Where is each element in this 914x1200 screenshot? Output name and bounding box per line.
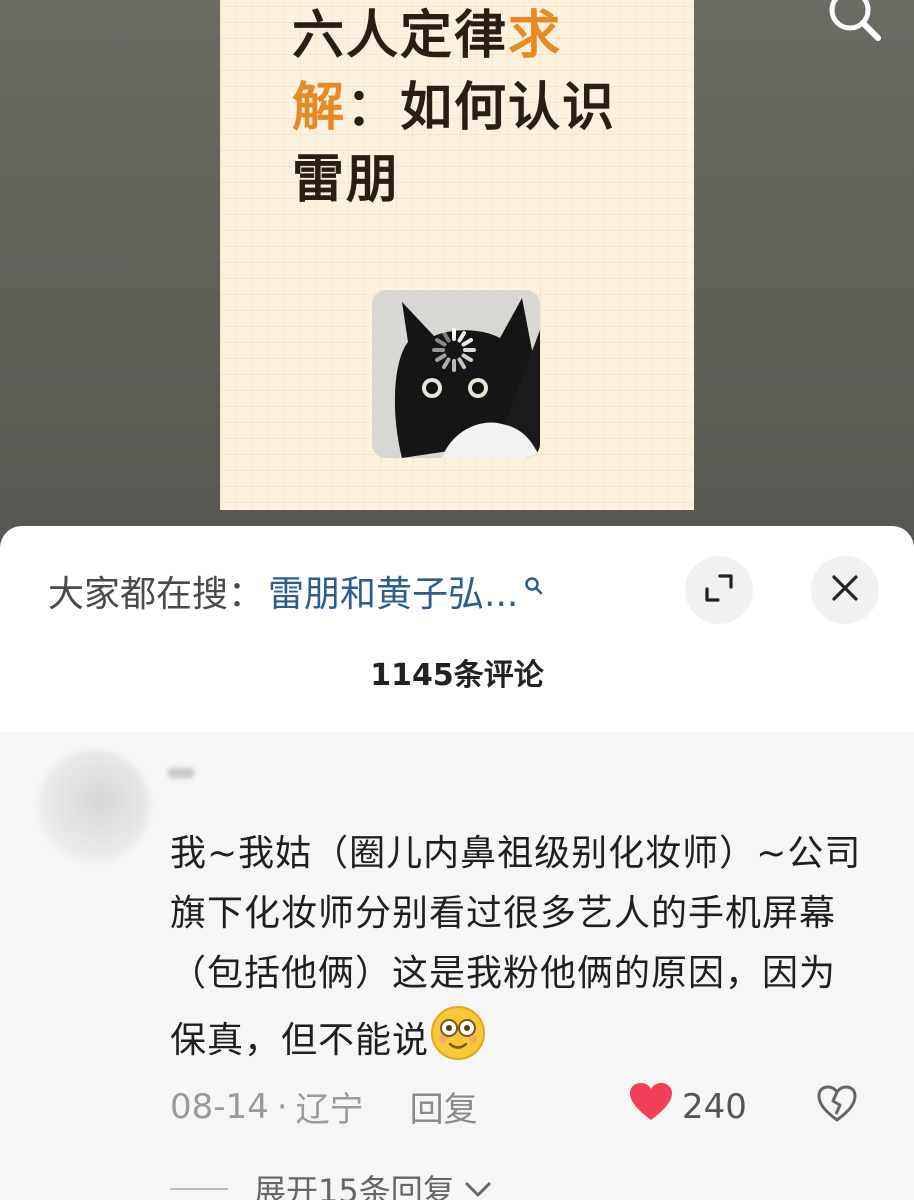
post-title-accent2: 解 (292, 78, 347, 138)
expand-button[interactable] (685, 556, 753, 624)
comment-meta: 08-14 · 辽宁 回复 (170, 1082, 478, 1131)
heart-icon (628, 1082, 674, 1131)
chevron-down-icon (463, 1170, 493, 1200)
broken-heart-icon[interactable] (816, 1084, 858, 1124)
avatar[interactable] (38, 750, 150, 862)
username-blurred[interactable] (168, 768, 194, 778)
close-icon (830, 573, 860, 607)
smile-emoji-icon (429, 1004, 487, 1062)
comment-count: 1145条评论 (370, 658, 544, 693)
comment-date: 08-14 (170, 1086, 269, 1127)
post-title-part1: 六人定律 (292, 6, 509, 66)
close-button[interactable] (811, 556, 879, 624)
hot-search-term[interactable]: 雷朋和黄子弘... (268, 565, 518, 617)
expand-replies-button[interactable]: 展开15条回复 (170, 1166, 493, 1200)
hot-search-bar[interactable]: 大家都在搜： 雷朋和黄子弘... (48, 566, 544, 616)
comment-text[interactable]: 我~我姑（圈儿内鼻祖级别化妆师）~公司旗下化妆师分别看过很多艺人的手机屏幕（包括… (170, 824, 870, 1071)
post-title: 六人定律求 解：如何认识雷朋 (292, 0, 622, 216)
reply-button[interactable]: 回复 (410, 1082, 478, 1131)
expand-replies-label: 展开15条回复 (254, 1172, 455, 1200)
comment-location: 辽宁 (295, 1090, 364, 1130)
post-title-accent1: 求 (508, 6, 563, 66)
cat-meme-image (372, 290, 540, 458)
comments-sheet: 大家都在搜： 雷朋和黄子弘... 1145条评论 我~我姑（圈儿内鼻祖级别化妆师… (0, 526, 914, 1200)
meta-separator: · (276, 1086, 288, 1127)
like-button[interactable]: 240 (628, 1082, 747, 1131)
comment-body: 我~我姑（圈儿内鼻祖级别化妆师）~公司旗下化妆师分别看过很多艺人的手机屏幕（包括… (170, 833, 862, 1061)
divider-line (170, 1188, 228, 1190)
hot-search-icon (524, 564, 544, 605)
post-image-card[interactable]: 六人定律求 解：如何认识雷朋 (220, 0, 694, 510)
search-icon[interactable] (818, 0, 888, 44)
app-screen: 六人定律求 解：如何认识雷朋 大家都在搜： 雷朋和黄子弘... 1145条评论 … (0, 0, 914, 1200)
expand-icon (702, 571, 736, 609)
like-count: 240 (682, 1086, 747, 1127)
hot-search-label: 大家都在搜： (48, 574, 265, 615)
comment-item: 我~我姑（圈儿内鼻祖级别化妆师）~公司旗下化妆师分别看过很多艺人的手机屏幕（包括… (0, 732, 914, 1200)
